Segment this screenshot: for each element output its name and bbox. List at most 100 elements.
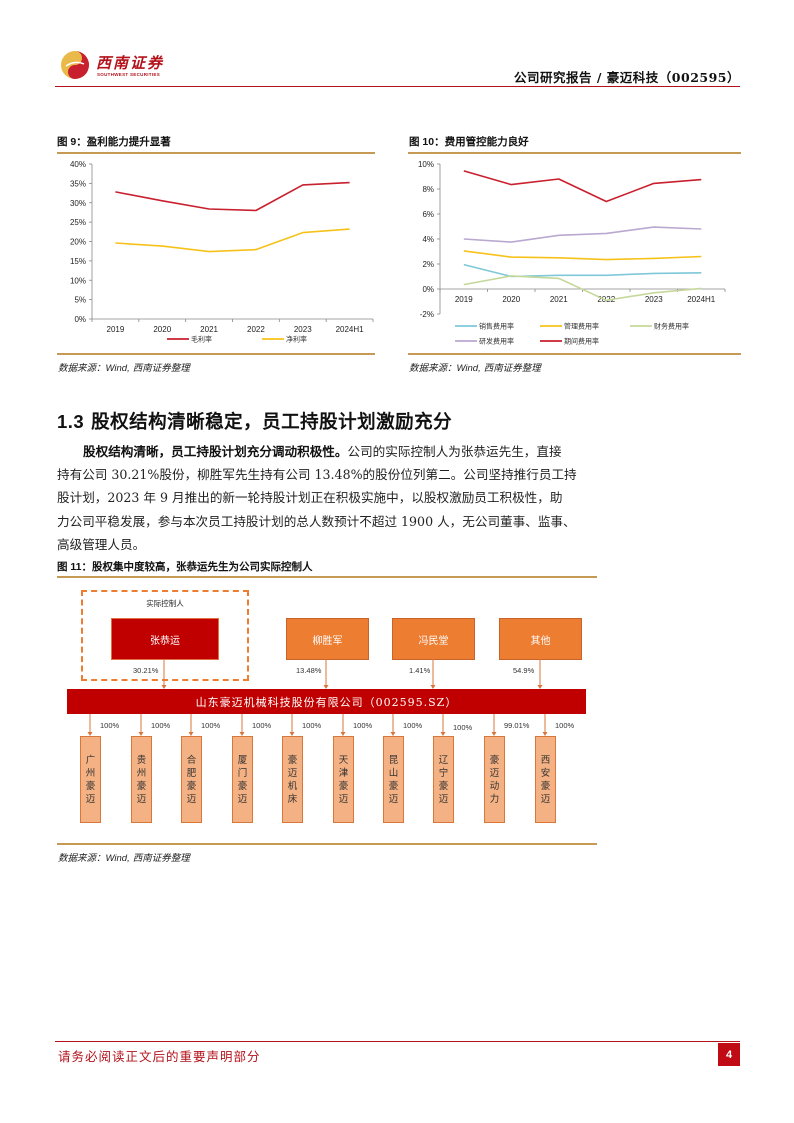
footer-disclaimer: 请务必阅读正文后的重要声明部分 [58,1049,261,1064]
legend-label: 管理费用率 [564,322,599,331]
figure-11-title: 图 11：股权集中度较高，张恭运先生为公司实际控制人 [57,559,313,574]
y-tick-label: 0% [74,315,86,324]
subsidiary-box: 豪迈机床 [282,736,303,823]
subsidiary-name-char: 迈 [438,793,449,805]
paragraph-line: 高级管理人员。 [57,536,146,552]
controller-dashed-box [81,590,249,681]
subsidiary-ownership-pct: 100% [453,723,473,732]
header-divider [55,86,740,87]
y-tick-label: 35% [70,179,86,188]
subsidiary-name-char: 豪 [438,780,449,792]
legend-label: 研发费用率 [479,337,514,346]
subsidiary-ownership-pct: 100% [302,721,322,730]
subsidiary-name-char: 迈 [287,767,298,779]
subsidiary-name-char: 天 [338,754,349,766]
figure-10-label: 图 10： [409,136,445,148]
legend-label: 毛利率 [191,335,212,344]
y-tick-label: 20% [70,238,86,247]
subsidiary-name-char: 豪 [489,754,500,766]
source-en: Wind, [105,853,130,864]
figure-11-label: 图 11： [57,561,93,573]
paragraph-line: 力公司平稳发展，参与本次员工持股计划的总人数预计不超过 1900 人，无公司董事… [57,513,576,529]
subsidiary-name-char: 肥 [186,767,197,779]
company-box: 山东豪迈机械科技股份有限公司（002595.SZ） [67,689,586,714]
subsidiary-ownership-pct: 100% [100,721,120,730]
subsidiary-name-char: 昆 [388,754,399,766]
x-tick-label: 2024H1 [336,325,365,334]
figure-10-title: 图 10：费用管控能力良好 [409,134,529,149]
y-tick-label: 2% [422,260,434,269]
y-tick-label: -2% [420,310,434,319]
arrow-head [440,732,446,736]
series-line-毛利率 [115,181,350,212]
page-number: 4 [718,1043,740,1066]
subsidiary-name-char: 迈 [338,793,349,805]
subsidiary-name-char: 迈 [388,793,399,805]
logo-icon [60,50,90,80]
figure-11-top-rule [57,576,597,578]
shareholder-box: 柳胜军 [286,618,369,660]
subsidiary-ownership-pct: 100% [201,721,221,730]
figure-9-caption: 盈利能力提升显著 [86,136,171,148]
arrow-head [289,732,295,736]
y-tick-label: 5% [74,296,86,305]
subsidiary-name-char: 宁 [438,767,449,779]
source-prefix: 数据来源： [58,853,106,864]
section-heading: 1.3 股权结构清晰稳定，员工持股计划激励充分 [57,408,452,434]
subsidiary-name-char: 迈 [136,793,147,805]
arrow-head [537,685,543,689]
subsidiary-name-char: 广 [85,754,96,766]
subsidiary-name-char: 豪 [388,780,399,792]
shareholder-box: 其他 [499,618,582,660]
ownership-pct: 30.21% [133,666,159,675]
subsidiary-name-char: 机 [287,780,298,792]
shareholder-box-controller: 张恭运 [111,618,219,660]
subsidiary-box: 辽宁豪迈 [433,736,454,823]
figure-9-bottom-rule [57,353,375,355]
legend-label: 销售费用率 [479,322,514,331]
subsidiary-name-char: 安 [540,767,551,779]
source-prefix: 数据来源： [409,363,457,374]
source-cn: 西南证券整理 [129,853,190,864]
arrow-head [542,732,548,736]
subsidiary-name-char: 豪 [136,780,147,792]
legend-label: 期间费用率 [564,337,599,346]
arrow-head [161,685,167,689]
figure-10-source: 数据来源：Wind, 西南证券整理 [409,360,541,374]
subsidiary-box: 厦门豪迈 [232,736,253,823]
paragraph-line: 股权结构清晰，员工持股计划充分调动积极性。公司的实际控制人为张恭运先生，直接 [57,440,602,463]
subsidiary-ownership-pct: 100% [151,721,171,730]
arrow-head [430,685,436,689]
ownership-pct: 13.48% [296,666,322,675]
subsidiary-name-char: 豪 [338,780,349,792]
figure-9-label: 图 9： [57,136,87,148]
x-tick-label: 2023 [645,295,663,304]
x-tick-label: 2022 [247,325,265,334]
x-tick-label: 2024H1 [687,295,716,304]
x-tick-label: 2023 [294,325,312,334]
y-tick-label: 0% [422,285,434,294]
y-tick-label: 8% [422,185,434,194]
series-line-财务费用率 [463,275,702,302]
figure-9-source: 数据来源：Wind, 西南证券整理 [58,360,190,374]
arrow-head [87,732,93,736]
subsidiary-box: 天津豪迈 [333,736,354,823]
figure-9-chart: 0% 5% 10% 15% 20% 25% 30% 35% 40% 2019 2020 2021 202… [70,160,374,344]
subsidiary-name-char: 豪 [85,780,96,792]
y-tick-label: 4% [422,235,434,244]
subsidiary-name-char: 力 [489,793,500,805]
figure-11-caption: 股权集中度较高，张恭运先生为公司实际控制人 [92,561,313,573]
subsidiary-name-char: 门 [237,767,248,779]
source-cn: 西南证券整理 [129,363,190,374]
subsidiary-ownership-pct: 99.01% [504,721,530,730]
legend-label: 净利率 [286,335,307,344]
controller-label: 实际控制人 [146,599,184,608]
subsidiary-name-char: 迈 [489,767,500,779]
x-tick-label: 2021 [200,325,218,334]
subsidiary-ownership-pct: 100% [555,721,575,730]
figure-11-source: 数据来源：Wind, 西南证券整理 [58,850,190,864]
x-tick-label: 2020 [502,295,520,304]
subsidiary-name-char: 豪 [237,780,248,792]
section-title: 股权结构清晰稳定，员工持股计划激励充分 [84,412,453,433]
footer-divider [55,1041,740,1042]
